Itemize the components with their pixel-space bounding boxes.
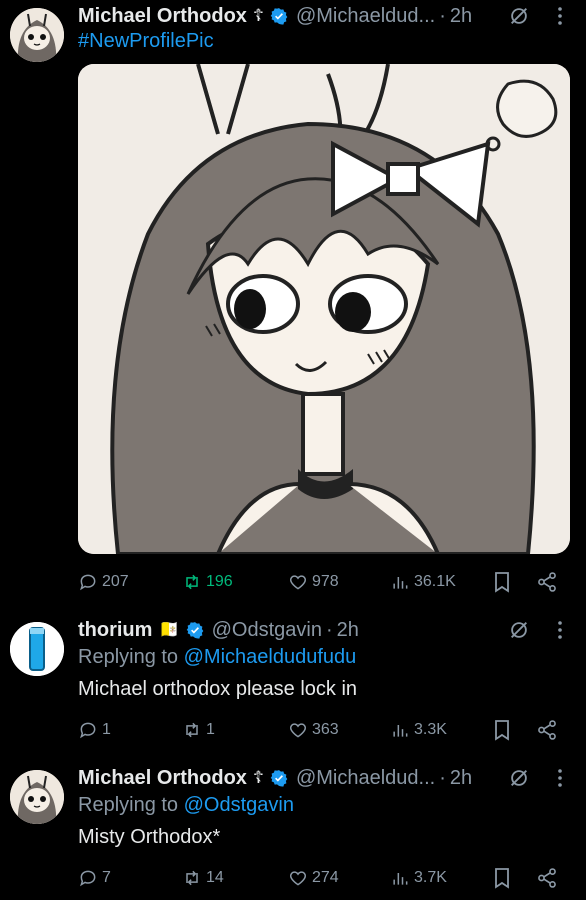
reply-button[interactable]: 7 xyxy=(78,864,111,892)
views-button[interactable]: 3.7K xyxy=(390,864,447,892)
tweet-header: Michael Orthodox ☦ @Michaeldud... · 2h xyxy=(78,4,473,28)
reply-icon xyxy=(80,870,96,887)
replying-to-label: Replying to xyxy=(78,794,179,816)
display-name[interactable]: thorium xyxy=(78,619,152,642)
views-count: 36.1K xyxy=(414,573,456,590)
repost-button[interactable]: 14 xyxy=(182,864,224,892)
views-button[interactable]: 3.3K xyxy=(390,716,447,744)
more-options-icon[interactable] xyxy=(550,766,570,790)
orthodox-cross-emoji: ☦ xyxy=(252,6,264,25)
user-handle[interactable]: @Michaeldud... xyxy=(296,5,435,28)
anime-girl-drawing-icon xyxy=(78,64,570,554)
views-icon xyxy=(393,725,408,737)
tweet-actions: 207 196 978 36.1K xyxy=(78,568,568,596)
reply-count: 207 xyxy=(102,573,129,590)
avatar-test-tube-icon xyxy=(10,622,64,676)
like-button[interactable]: 274 xyxy=(288,864,339,892)
tweet-header: thorium 🇻🇦 @Odstgavin · 2h xyxy=(78,618,359,642)
tweet-media-image[interactable] xyxy=(78,64,570,554)
views-count: 3.3K xyxy=(414,721,447,738)
share-icon[interactable] xyxy=(536,719,558,741)
repost-count: 196 xyxy=(206,573,233,590)
replying-to-label: Replying to xyxy=(78,646,179,668)
vatican-flag-emoji: 🇻🇦 xyxy=(158,620,180,639)
bookmark-icon[interactable] xyxy=(492,571,512,593)
grok-icon[interactable] xyxy=(508,619,530,641)
user-handle[interactable]: @Odstgavin xyxy=(212,619,322,642)
avatar[interactable] xyxy=(10,770,64,824)
avatar-anime-girl-icon xyxy=(10,8,64,62)
tweet-actions: 7 14 274 3.7K xyxy=(78,864,568,892)
reply-count: 7 xyxy=(102,869,111,886)
heart-icon xyxy=(289,871,307,886)
repost-icon xyxy=(186,870,198,886)
timestamp[interactable]: 2h xyxy=(337,619,359,642)
avatar[interactable] xyxy=(10,8,64,62)
tweet[interactable]: Michael Orthodox ☦ @Michaeldud... · 2h R… xyxy=(0,764,586,900)
reply-count: 1 xyxy=(102,721,111,738)
reply-button[interactable]: 1 xyxy=(78,716,111,744)
views-icon xyxy=(393,873,408,885)
replying-to: Replying to @Michaeldudufudu xyxy=(78,646,356,669)
replying-to: Replying to @Odstgavin xyxy=(78,794,294,817)
repost-button[interactable]: 196 xyxy=(182,568,233,596)
tweet[interactable]: Michael Orthodox ☦ @Michaeldud... · 2h #… xyxy=(0,2,586,593)
repost-icon xyxy=(186,722,198,738)
reply-button[interactable]: 207 xyxy=(78,568,129,596)
tweet[interactable]: thorium 🇻🇦 @Odstgavin · 2h Replying to @… xyxy=(0,616,586,746)
views-button[interactable]: 36.1K xyxy=(390,568,456,596)
reply-icon xyxy=(80,722,96,739)
tweet-actions: 1 1 363 3.3K xyxy=(78,716,568,744)
bookmark-icon[interactable] xyxy=(492,719,512,741)
views-count: 3.7K xyxy=(414,869,447,886)
tweet-text: Misty Orthodox* xyxy=(78,826,221,848)
display-name[interactable]: Michael Orthodox xyxy=(78,767,247,790)
verified-badge-icon xyxy=(270,770,288,787)
like-button[interactable]: 978 xyxy=(288,568,339,596)
views-icon xyxy=(393,577,408,589)
tweet-text: Michael orthodox please lock in xyxy=(78,678,358,700)
more-options-icon[interactable] xyxy=(550,4,570,28)
reply-icon xyxy=(80,574,96,591)
hashtag-link[interactable]: #NewProfilePic xyxy=(78,30,214,53)
verified-badge-icon xyxy=(270,8,288,25)
more-options-icon[interactable] xyxy=(550,618,570,642)
bookmark-icon[interactable] xyxy=(492,867,512,889)
verified-badge-icon xyxy=(186,622,203,639)
replying-to-handle-link[interactable]: @Michaeldudufudu xyxy=(184,646,357,668)
user-handle[interactable]: @Michaeldud... xyxy=(296,767,435,790)
share-icon[interactable] xyxy=(536,867,558,889)
timestamp[interactable]: 2h xyxy=(450,5,472,28)
replying-to-handle-link[interactable]: @Odstgavin xyxy=(184,794,294,816)
like-count: 978 xyxy=(312,573,339,590)
repost-count: 1 xyxy=(206,721,215,738)
display-name[interactable]: Michael Orthodox xyxy=(78,5,247,28)
tweet-header: Michael Orthodox ☦ @Michaeldud... · 2h xyxy=(78,766,473,790)
like-button[interactable]: 363 xyxy=(288,716,339,744)
timestamp[interactable]: 2h xyxy=(450,767,472,790)
repost-icon xyxy=(186,574,198,590)
avatar[interactable] xyxy=(10,622,64,676)
orthodox-cross-emoji: ☦ xyxy=(252,768,264,787)
grok-icon[interactable] xyxy=(508,5,530,27)
share-icon[interactable] xyxy=(536,571,558,593)
heart-icon xyxy=(289,723,307,738)
like-count: 363 xyxy=(312,721,339,738)
repost-count: 14 xyxy=(206,869,224,886)
grok-icon[interactable] xyxy=(508,767,530,789)
repost-button[interactable]: 1 xyxy=(182,716,215,744)
like-count: 274 xyxy=(312,869,339,886)
avatar-anime-girl-icon xyxy=(10,770,64,824)
heart-icon xyxy=(289,575,307,590)
